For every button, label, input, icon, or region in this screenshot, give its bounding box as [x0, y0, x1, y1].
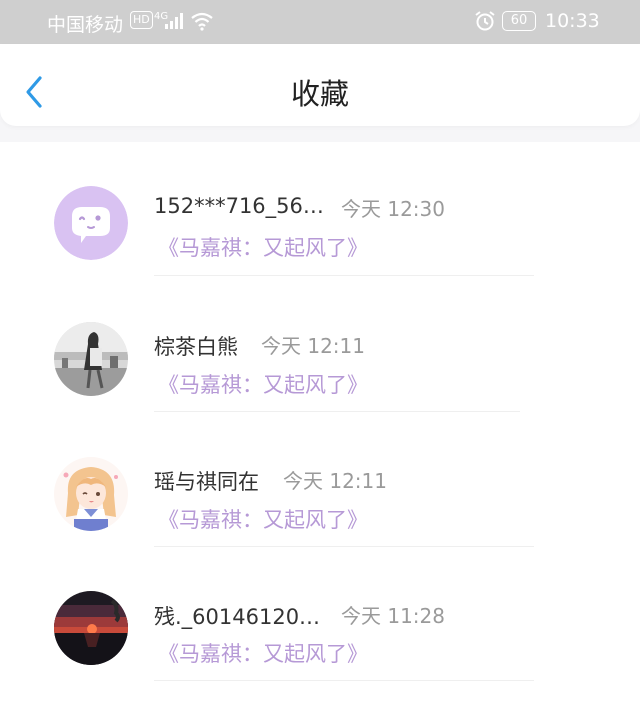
page-title: 收藏 [290, 77, 349, 111]
timestamp: 今天 11:28 [341, 604, 445, 628]
wifi-icon [191, 12, 213, 31]
grayscale-photo-avatar[interactable] [54, 322, 128, 396]
book-title[interactable]: 《马嘉祺：又起风了》 [158, 232, 368, 262]
timestamp: 今天 12:30 [341, 197, 445, 221]
username: 棕茶白熊 [154, 335, 238, 359]
alarm-icon [475, 11, 495, 31]
default-chat-avatar[interactable] [54, 186, 128, 260]
hd-badge: HD [130, 11, 153, 29]
divider [154, 680, 534, 681]
anime-girl-image [54, 457, 128, 531]
status-time: 10:33 [545, 10, 600, 32]
sunset-photo-image [54, 591, 128, 665]
list-item[interactable]: 棕茶白熊 今天 12:11 《马嘉祺：又起风了》 [0, 276, 640, 412]
book-title[interactable]: 《马嘉祺：又起风了》 [158, 504, 368, 534]
carrier-name: 中国移动 [47, 14, 124, 36]
battery-icon: 60 [502, 11, 536, 31]
list-item[interactable]: 残._60146120… 今天 11:28 《马嘉祺：又起风了》 [0, 546, 640, 681]
list-item[interactable]: 瑶与祺同在 今天 12:11 《马嘉祺：又起风了》 [0, 411, 640, 547]
status-bar: 中国移动 HD 4G 60 10:33 [0, 0, 640, 44]
book-title[interactable]: 《马嘉祺：又起风了》 [158, 638, 368, 668]
nav-bar: 收藏 [0, 44, 640, 126]
chat-bubble-icon [54, 186, 128, 260]
anime-girl-avatar[interactable] [54, 457, 128, 531]
username: 瑶与祺同在 [154, 470, 259, 494]
timestamp: 今天 12:11 [283, 469, 387, 493]
favorites-list: 152***716_56… 今天 12:30 《马嘉祺：又起风了》 棕茶白熊 今… [0, 142, 640, 711]
username: 残._60146120… [154, 605, 321, 629]
signal-icon [165, 13, 183, 29]
book-title[interactable]: 《马嘉祺：又起风了》 [158, 369, 368, 399]
sunset-photo-avatar[interactable] [54, 591, 128, 665]
timestamp: 今天 12:11 [261, 334, 365, 358]
grayscale-photo-image [54, 322, 128, 396]
list-item[interactable]: 152***716_56… 今天 12:30 《马嘉祺：又起风了》 [0, 142, 640, 276]
username: 152***716_56… [154, 194, 324, 218]
